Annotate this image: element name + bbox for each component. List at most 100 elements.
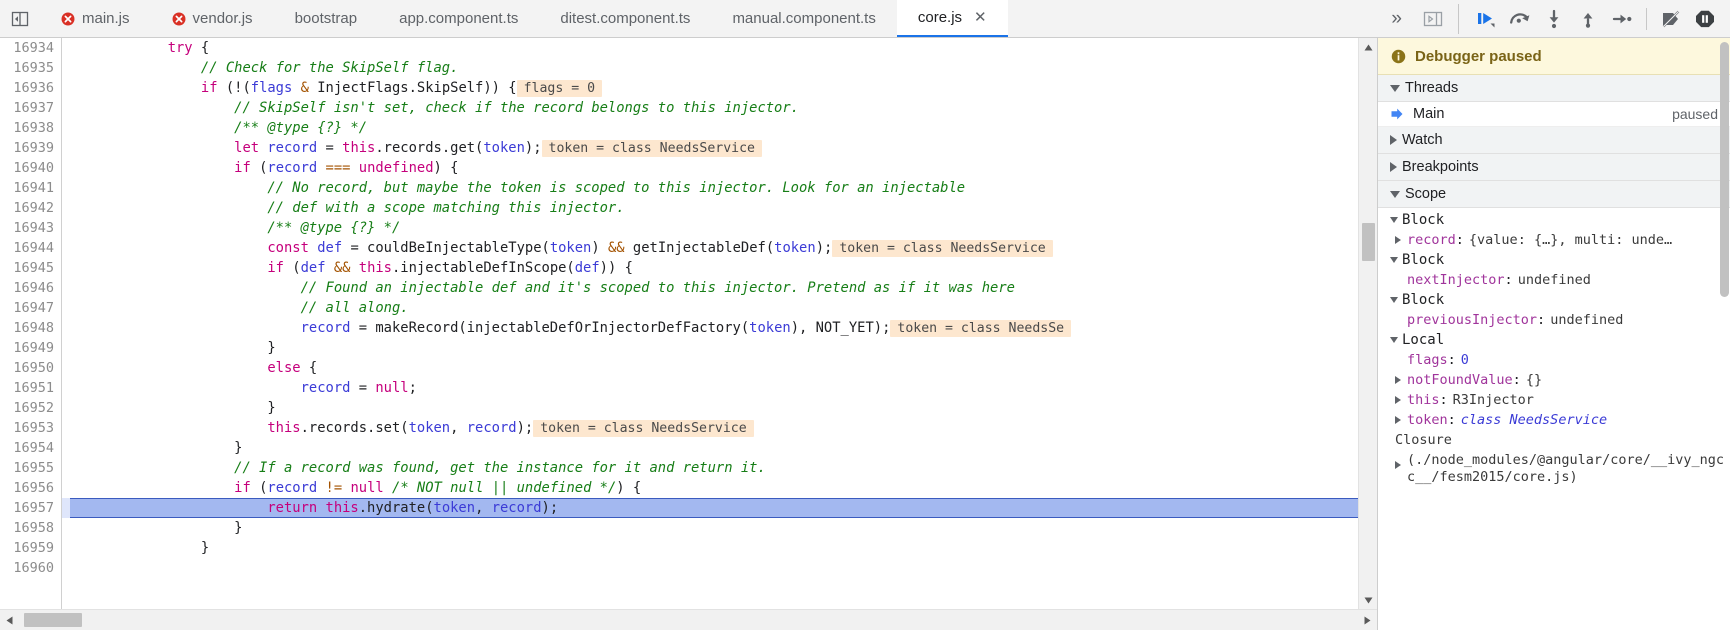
editor-tab-core-js[interactable]: core.js ✕ (896, 0, 1008, 37)
code-line[interactable]: const def = couldBeInjectableType(token)… (62, 238, 1377, 258)
line-number[interactable]: 16949 (0, 338, 61, 358)
code-line[interactable]: if (record != null /* NOT null || undefi… (62, 478, 1377, 498)
line-number[interactable]: 16954 (0, 438, 61, 458)
scope-variable-row[interactable]: record: {value: {…}, multi: unde… (1378, 230, 1730, 250)
step-button[interactable] (1607, 5, 1637, 33)
scope-variable-row[interactable]: notFoundValue:{} (1378, 370, 1730, 390)
code-line[interactable]: // Check for the SkipSelf flag. (62, 58, 1377, 78)
line-number[interactable]: 16939 (0, 138, 61, 158)
line-number[interactable]: 16944 (0, 238, 61, 258)
code-lines[interactable]: try { // Check for the SkipSelf flag. if… (62, 38, 1377, 609)
line-number[interactable]: 16935 (0, 58, 61, 78)
line-number[interactable]: 16950 (0, 358, 61, 378)
code-line[interactable]: // No record, but maybe the token is sco… (62, 178, 1377, 198)
inline-value-decoration[interactable]: token = class NeedsService (533, 420, 754, 437)
code-line[interactable]: // def with a scope matching this inject… (62, 198, 1377, 218)
line-number[interactable]: 16936 (0, 78, 61, 98)
code-line[interactable]: } (62, 518, 1377, 538)
code-line[interactable]: /** @type {?} */ (62, 118, 1377, 138)
line-number[interactable]: 16938 (0, 118, 61, 138)
step-over-button[interactable] (1505, 5, 1535, 33)
code-line[interactable]: if (!(flags & InjectFlags.SkipSelf)) {fl… (62, 78, 1377, 98)
inline-value-decoration[interactable]: flags = 0 (516, 80, 603, 97)
editor-tab-bootstrap[interactable]: bootstrap (274, 0, 379, 37)
scroll-left-arrow-icon[interactable] (0, 616, 19, 625)
code-line[interactable]: try { (62, 38, 1377, 58)
line-number[interactable]: 16948 (0, 318, 61, 338)
line-number[interactable]: 16953 (0, 418, 61, 438)
code-line[interactable]: record = null; (62, 378, 1377, 398)
line-number[interactable]: 16945 (0, 258, 61, 278)
line-number[interactable]: 16951 (0, 378, 61, 398)
code-line[interactable]: else { (62, 358, 1377, 378)
code-line[interactable]: // all along. (62, 298, 1377, 318)
expand-variable-chevron-icon[interactable] (1395, 416, 1407, 424)
line-number[interactable]: 16937 (0, 98, 61, 118)
editor-vertical-scrollbar[interactable] (1358, 38, 1377, 609)
code-line[interactable]: // SkipSelf isn't set, check if the reco… (62, 98, 1377, 118)
inline-value-decoration[interactable]: token = class NeedsService (832, 240, 1053, 257)
code-line[interactable]: /** @type {?} */ (62, 218, 1377, 238)
code-line[interactable]: if (record === undefined) { (62, 158, 1377, 178)
deactivate-breakpoints-button[interactable] (1656, 5, 1686, 33)
scope-variable-row[interactable]: this: R3Injector (1378, 390, 1730, 410)
expand-variable-chevron-icon[interactable] (1395, 376, 1407, 384)
scope-group-header[interactable]: Block (1378, 210, 1730, 230)
code-line[interactable]: record = makeRecord(injectableDefOrInjec… (62, 318, 1377, 338)
tab-close-icon[interactable]: ✕ (974, 10, 987, 25)
inline-value-decoration[interactable]: token = class NeedsSe (890, 320, 1072, 337)
code-line[interactable]: } (62, 438, 1377, 458)
line-number[interactable]: 16934 (0, 38, 61, 58)
line-number[interactable]: 16946 (0, 278, 61, 298)
scope-variable-tree[interactable]: Block record: {value: {…}, multi: unde… Blo… (1378, 208, 1730, 630)
section-header-threads[interactable]: Threads (1378, 75, 1730, 102)
line-number[interactable]: 16943 (0, 218, 61, 238)
show-navigator-button[interactable] (1418, 5, 1448, 33)
code-line-current-execution[interactable]: return this.hydrate(token, record); (62, 498, 1377, 518)
sidebar-vertical-scrollbar[interactable] (1718, 38, 1730, 630)
scroll-right-arrow-icon[interactable] (1358, 616, 1377, 625)
code-line[interactable]: if (def && this.injectableDefInScope(def… (62, 258, 1377, 278)
scope-group-header[interactable]: Block (1378, 290, 1730, 310)
line-number[interactable]: 16941 (0, 178, 61, 198)
sidebar-scroll-thumb[interactable] (1720, 42, 1729, 297)
code-line[interactable]: let record = this.records.get(token); tok… (62, 138, 1377, 158)
code-line[interactable]: // If a record was found, get the instan… (62, 458, 1377, 478)
code-line[interactable]: } (62, 338, 1377, 358)
editor-tab-manual-component-ts[interactable]: manual.component.ts (711, 0, 896, 37)
scope-variable-row[interactable]: previousInjector: undefined (1378, 310, 1730, 330)
editor-tab-main-js[interactable]: main.js (40, 0, 151, 37)
editor-tab-app-component-ts[interactable]: app.component.ts (378, 0, 539, 37)
section-header-breakpoints[interactable]: Breakpoints (1378, 154, 1730, 181)
editor-horizontal-scroll-thumb[interactable] (24, 613, 82, 627)
scroll-down-arrow-icon[interactable] (1359, 591, 1377, 609)
resume-button[interactable] (1471, 5, 1501, 33)
line-number[interactable]: 16956 (0, 478, 61, 498)
dock-to-left-icon[interactable] (0, 0, 40, 37)
line-number[interactable]: 16958 (0, 518, 61, 538)
code-line[interactable] (62, 558, 1377, 578)
scope-variable-row[interactable]: nextInjector: undefined (1378, 270, 1730, 290)
code-viewport[interactable]: 16934 16935 16936 16937 16938 16939 16940 16941… (0, 38, 1377, 609)
editor-tab-ditest-component-ts[interactable]: ditest.component.ts (539, 0, 711, 37)
line-number[interactable]: 16942 (0, 198, 61, 218)
line-number[interactable]: 16957 (0, 498, 61, 518)
code-line[interactable]: // Found an injectable def and it's scop… (62, 278, 1377, 298)
pause-on-exceptions-button[interactable] (1690, 5, 1720, 33)
scope-group-header[interactable]: Block (1378, 250, 1730, 270)
scope-variable-row[interactable]: token: class NeedsService (1378, 410, 1730, 430)
inline-value-decoration[interactable]: token = class NeedsService (541, 140, 762, 157)
thread-row-main[interactable]: Main paused (1378, 102, 1730, 127)
line-number-gutter[interactable]: 16934 16935 16936 16937 16938 16939 16940 16941… (0, 38, 62, 609)
code-line[interactable]: this.records.set(token, record); token = … (62, 418, 1377, 438)
scroll-up-arrow-icon[interactable] (1359, 38, 1377, 56)
expand-variable-chevron-icon[interactable] (1395, 236, 1407, 244)
line-number[interactable]: 16940 (0, 158, 61, 178)
section-header-watch[interactable]: Watch (1378, 127, 1730, 154)
step-into-button[interactable] (1539, 5, 1569, 33)
expand-variable-chevron-icon[interactable] (1395, 396, 1407, 404)
scope-group-header[interactable]: Local (1378, 330, 1730, 350)
line-number[interactable]: 16955 (0, 458, 61, 478)
section-header-scope[interactable]: Scope (1378, 181, 1730, 208)
more-tabs-chevron-icon[interactable]: » (1379, 0, 1414, 37)
